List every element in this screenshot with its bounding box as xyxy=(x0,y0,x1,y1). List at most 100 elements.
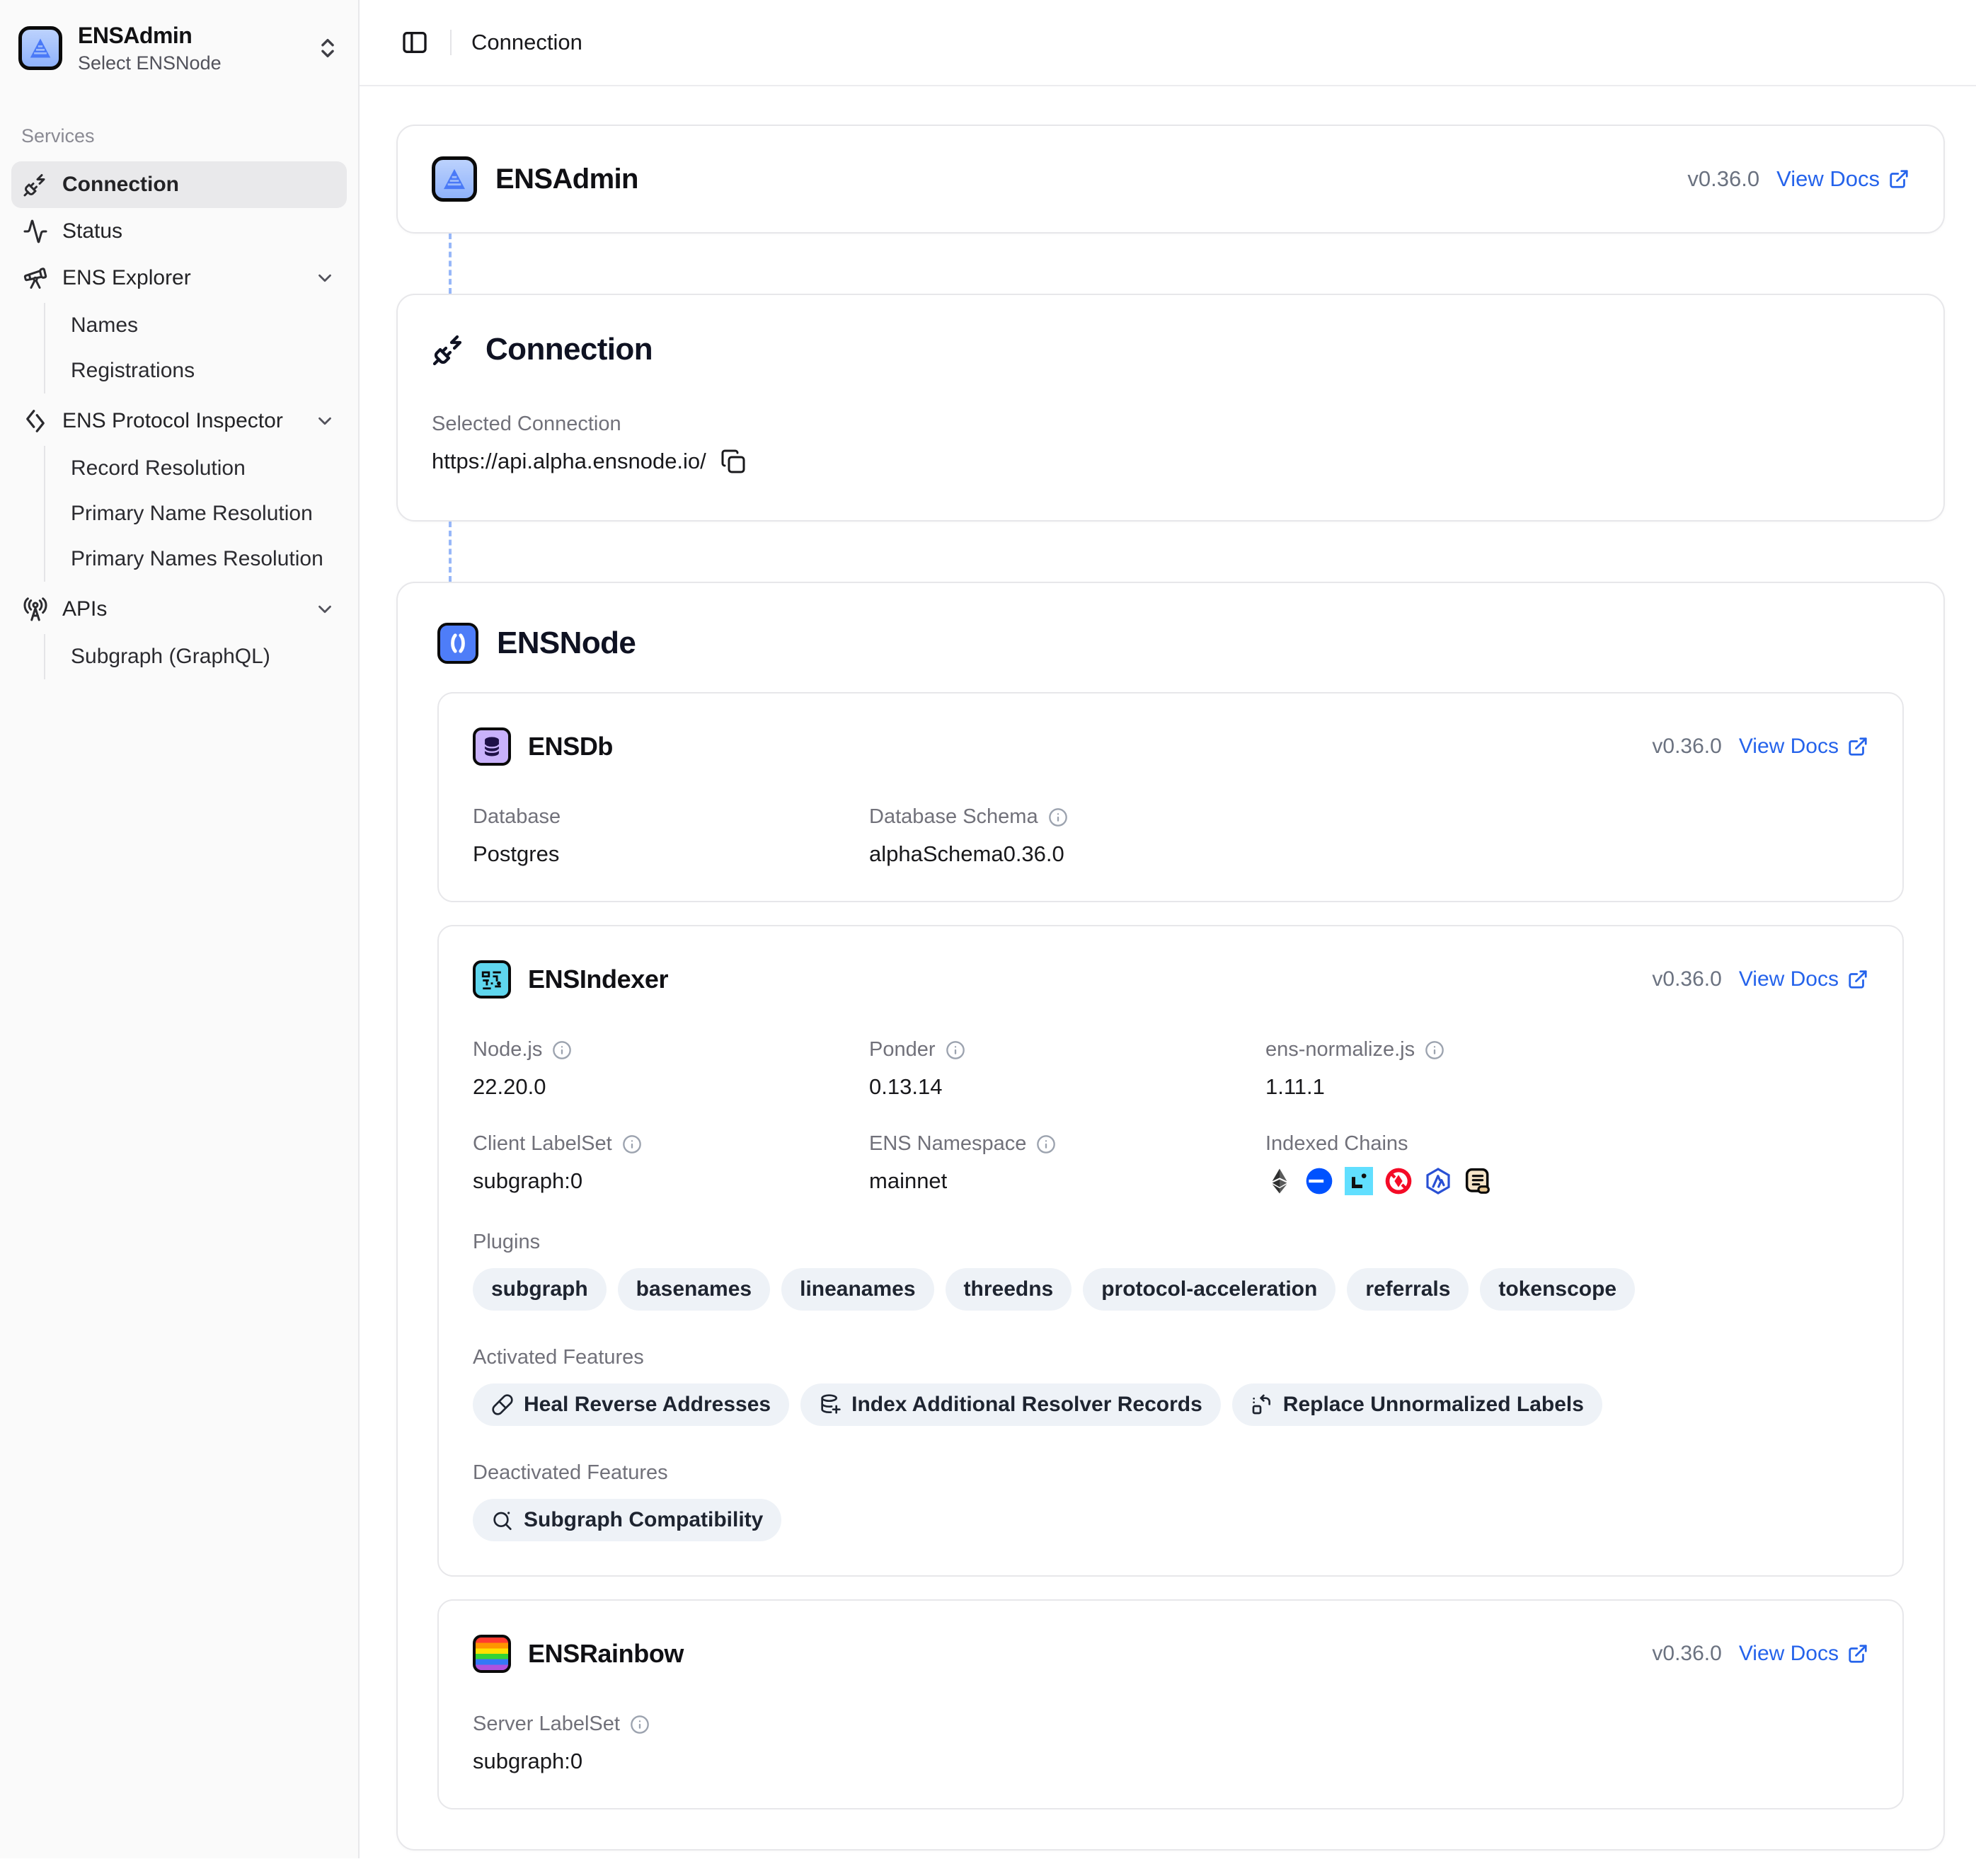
app-subtitle: Select ENSNode xyxy=(78,52,222,74)
ensrainbow-version: v0.36.0 xyxy=(1652,1642,1721,1666)
sidebar-item-ens-explorer[interactable]: ENS Explorer xyxy=(11,255,347,301)
scroll-chain-icon xyxy=(1464,1167,1492,1195)
ponder-value: 0.13.14 xyxy=(869,1074,1265,1100)
chevron-down-icon xyxy=(314,599,335,620)
sidebar-item-record-resolution[interactable]: Record Resolution xyxy=(45,446,347,491)
card-connector-line xyxy=(449,522,452,582)
info-icon[interactable] xyxy=(1425,1040,1444,1060)
sidebar-item-label: Primary Names Resolution xyxy=(71,547,323,571)
linea-chain-icon xyxy=(1345,1167,1373,1195)
ensnode-logo xyxy=(437,623,478,664)
ensnode-card: ENSNode ENSDb v0.36.0 xyxy=(396,582,1945,1851)
sidebar-section-label: Services xyxy=(21,125,347,147)
ensrainbow-card: ENSRainbow v0.36.0 View Docs xyxy=(437,1599,1904,1809)
plugins-label: Plugins xyxy=(473,1231,1868,1254)
feature-badge: Index Additional Resolver Records xyxy=(800,1383,1221,1426)
database-label: Database xyxy=(473,805,869,829)
database-schema-label: Database Schema xyxy=(869,805,1038,829)
chevron-down-icon xyxy=(314,410,335,432)
sidebar-item-label: ENS Protocol Inspector xyxy=(62,409,283,433)
external-link-icon xyxy=(1847,969,1868,990)
external-link-icon xyxy=(1847,1643,1868,1664)
feature-label: Index Additional Resolver Records xyxy=(851,1393,1202,1417)
sidebar-item-apis[interactable]: APIs xyxy=(11,586,347,633)
arbitrum-chain-icon xyxy=(1424,1167,1452,1195)
info-icon[interactable] xyxy=(552,1040,572,1060)
ensadmin-view-docs-link[interactable]: View Docs xyxy=(1776,166,1909,192)
ensindexer-card: ENSIndexer v0.36.0 View Docs xyxy=(437,925,1904,1577)
threedns-chain-icon xyxy=(1384,1167,1413,1195)
info-icon[interactable] xyxy=(630,1715,650,1734)
sidebar-item-status[interactable]: Status xyxy=(11,208,347,255)
breadcrumb: Connection xyxy=(471,30,582,55)
ensrainbow-view-docs-link[interactable]: View Docs xyxy=(1739,1642,1868,1666)
view-docs-label: View Docs xyxy=(1739,967,1839,991)
sidebar-item-label: Subgraph (GraphQL) xyxy=(71,645,270,669)
feature-label: Heal Reverse Addresses xyxy=(524,1393,771,1417)
sidebar-item-primary-name-resolution[interactable]: Primary Name Resolution xyxy=(45,491,347,536)
app-title: ENSAdmin xyxy=(78,23,222,49)
ethereum-chain-icon xyxy=(1265,1167,1294,1195)
sidebar: ENSAdmin Select ENSNode Services Connect… xyxy=(0,0,360,1858)
radio-tower-icon xyxy=(23,597,48,622)
sidebar-item-connection[interactable]: Connection xyxy=(11,161,347,208)
ensadmin-version: v0.36.0 xyxy=(1687,166,1759,192)
feature-badge: Subgraph Compatibility xyxy=(473,1499,781,1541)
sidebar-item-label: Registrations xyxy=(71,359,195,383)
sidebar-item-registrations[interactable]: Registrations xyxy=(45,348,347,393)
ensindexer-version: v0.36.0 xyxy=(1652,967,1721,991)
info-icon[interactable] xyxy=(1048,807,1068,827)
deactivated-features-list: Subgraph Compatibility xyxy=(473,1499,1868,1541)
ens-explorer-children: Names Registrations xyxy=(44,303,347,393)
client-labelset-label: Client LabelSet xyxy=(473,1132,612,1156)
feature-badge: Replace Unnormalized Labels xyxy=(1232,1383,1602,1426)
server-labelset-label: Server LabelSet xyxy=(473,1713,620,1736)
info-icon[interactable] xyxy=(622,1134,642,1154)
activated-features-label: Activated Features xyxy=(473,1346,1868,1369)
ens-normalize-value: 1.11.1 xyxy=(1265,1074,1868,1100)
activity-icon xyxy=(23,219,48,244)
ensadmin-card: ENSAdmin v0.36.0 View Docs xyxy=(396,125,1945,234)
ensdb-view-docs-link[interactable]: View Docs xyxy=(1739,735,1868,759)
indexed-chains xyxy=(1265,1167,1868,1195)
sidebar-nav: Connection Status ENS Explorer Names xyxy=(11,161,347,679)
apis-children: Subgraph (GraphQL) xyxy=(44,634,347,679)
plugin-badge: lineanames xyxy=(781,1268,934,1311)
sidebar-item-subgraph-graphql[interactable]: Subgraph (GraphQL) xyxy=(45,634,347,679)
ensdb-card-title: ENSDb xyxy=(528,732,613,761)
content: ENSAdmin v0.36.0 View Docs Connection xyxy=(360,86,1976,1876)
view-docs-label: View Docs xyxy=(1739,1642,1839,1666)
plugin-badge: threedns xyxy=(946,1268,1072,1311)
ensrainbow-logo xyxy=(473,1635,511,1673)
copy-url-button[interactable] xyxy=(720,449,746,474)
connection-card: Connection Selected Connection https://a… xyxy=(396,294,1945,522)
selected-connection-label: Selected Connection xyxy=(432,413,1909,436)
sidebar-item-ens-protocol-inspector[interactable]: ENS Protocol Inspector xyxy=(11,398,347,444)
ensindexer-logo xyxy=(473,960,511,999)
feature-label: Replace Unnormalized Labels xyxy=(1283,1393,1584,1417)
sidebar-toggle-button[interactable] xyxy=(399,27,430,58)
view-docs-label: View Docs xyxy=(1776,166,1880,192)
sidebar-item-label: Connection xyxy=(62,173,179,197)
ensadmin-card-title: ENSAdmin xyxy=(495,163,638,195)
sidebar-item-label: Primary Name Resolution xyxy=(71,502,313,526)
plugin-badge: protocol-acceleration xyxy=(1083,1268,1335,1311)
nodejs-label: Node.js xyxy=(473,1038,542,1061)
view-docs-label: View Docs xyxy=(1739,735,1839,759)
sidebar-item-primary-names-resolution[interactable]: Primary Names Resolution xyxy=(45,536,347,582)
ensnode-selector[interactable]: ENSAdmin Select ENSNode xyxy=(11,18,347,79)
plugins-list: subgraph basenames lineanames threedns p… xyxy=(473,1268,1868,1311)
sidebar-item-label: Names xyxy=(71,313,138,338)
info-icon[interactable] xyxy=(1036,1134,1056,1154)
sidebar-item-label: Record Resolution xyxy=(71,456,246,480)
server-labelset-value: subgraph:0 xyxy=(473,1749,869,1774)
topbar: Connection xyxy=(360,0,1976,86)
pill-icon xyxy=(491,1393,514,1416)
ensindexer-view-docs-link[interactable]: View Docs xyxy=(1739,967,1868,991)
ensadmin-triangle-icon xyxy=(440,165,469,193)
sidebar-item-names[interactable]: Names xyxy=(45,303,347,348)
copy-icon xyxy=(720,449,746,474)
ensnode-card-title: ENSNode xyxy=(497,626,636,661)
ensadmin-triangle-icon xyxy=(27,35,54,62)
info-icon[interactable] xyxy=(946,1040,965,1060)
